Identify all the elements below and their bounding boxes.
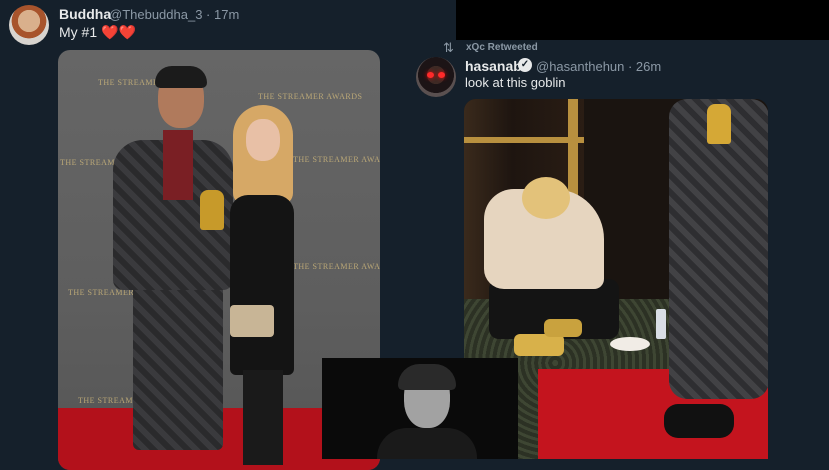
yellow-shoe	[514, 334, 564, 356]
man-in-suit	[669, 99, 768, 399]
avatar-hasanabi[interactable]	[416, 57, 456, 97]
trophy	[200, 190, 224, 230]
yellow-shoe	[544, 319, 582, 337]
tweet2-handle-time[interactable]: @hasanthehun · 26m	[536, 59, 661, 74]
woman-in-dress	[228, 105, 323, 465]
verified-icon: ✓	[518, 58, 532, 72]
webcam-person-hair	[398, 364, 456, 390]
crouching-person-head	[522, 177, 570, 219]
tweet1-text-body: My #1	[59, 24, 98, 40]
tweet1-handle-time[interactable]: @Thebuddha_3 · 17m	[109, 7, 239, 22]
webcam-overlay	[322, 358, 518, 459]
retweet-icon: ⇅	[443, 40, 454, 55]
avatar-buddha[interactable]	[9, 5, 49, 45]
webcam-person-shirt	[377, 428, 477, 459]
trophy	[707, 104, 731, 144]
retweet-label[interactable]: xQc Retweeted	[466, 42, 538, 53]
door-frame-top	[464, 137, 584, 143]
man-in-suit	[113, 66, 243, 460]
tweet1-author-name[interactable]: Buddha	[59, 6, 111, 22]
black-overlay-bar	[456, 0, 829, 40]
tweet1-text: My #1 ❤️❤️	[59, 24, 136, 41]
plate	[610, 337, 650, 351]
tweet2-author-name[interactable]: hasanabi	[465, 58, 526, 74]
wall-text: THE STREAMER AWARDS	[258, 92, 363, 101]
tweet2-text: look at this goblin	[465, 75, 566, 90]
heart-icon: ❤️❤️	[101, 24, 136, 40]
drink-can	[656, 309, 666, 339]
velvet-slipper	[664, 404, 734, 438]
